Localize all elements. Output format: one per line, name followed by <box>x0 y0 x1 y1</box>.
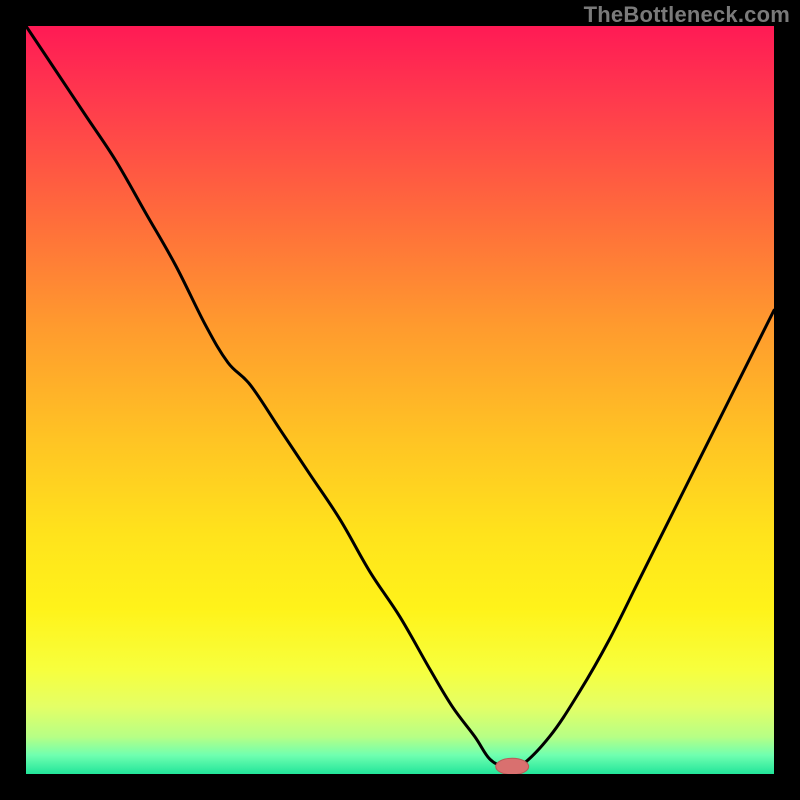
chart-frame: TheBottleneck.com <box>0 0 800 800</box>
plot-area <box>26 26 774 774</box>
chart-svg <box>26 26 774 774</box>
gradient-background <box>26 26 774 774</box>
watermark-text: TheBottleneck.com <box>584 2 790 28</box>
optimal-point-marker <box>496 758 529 774</box>
